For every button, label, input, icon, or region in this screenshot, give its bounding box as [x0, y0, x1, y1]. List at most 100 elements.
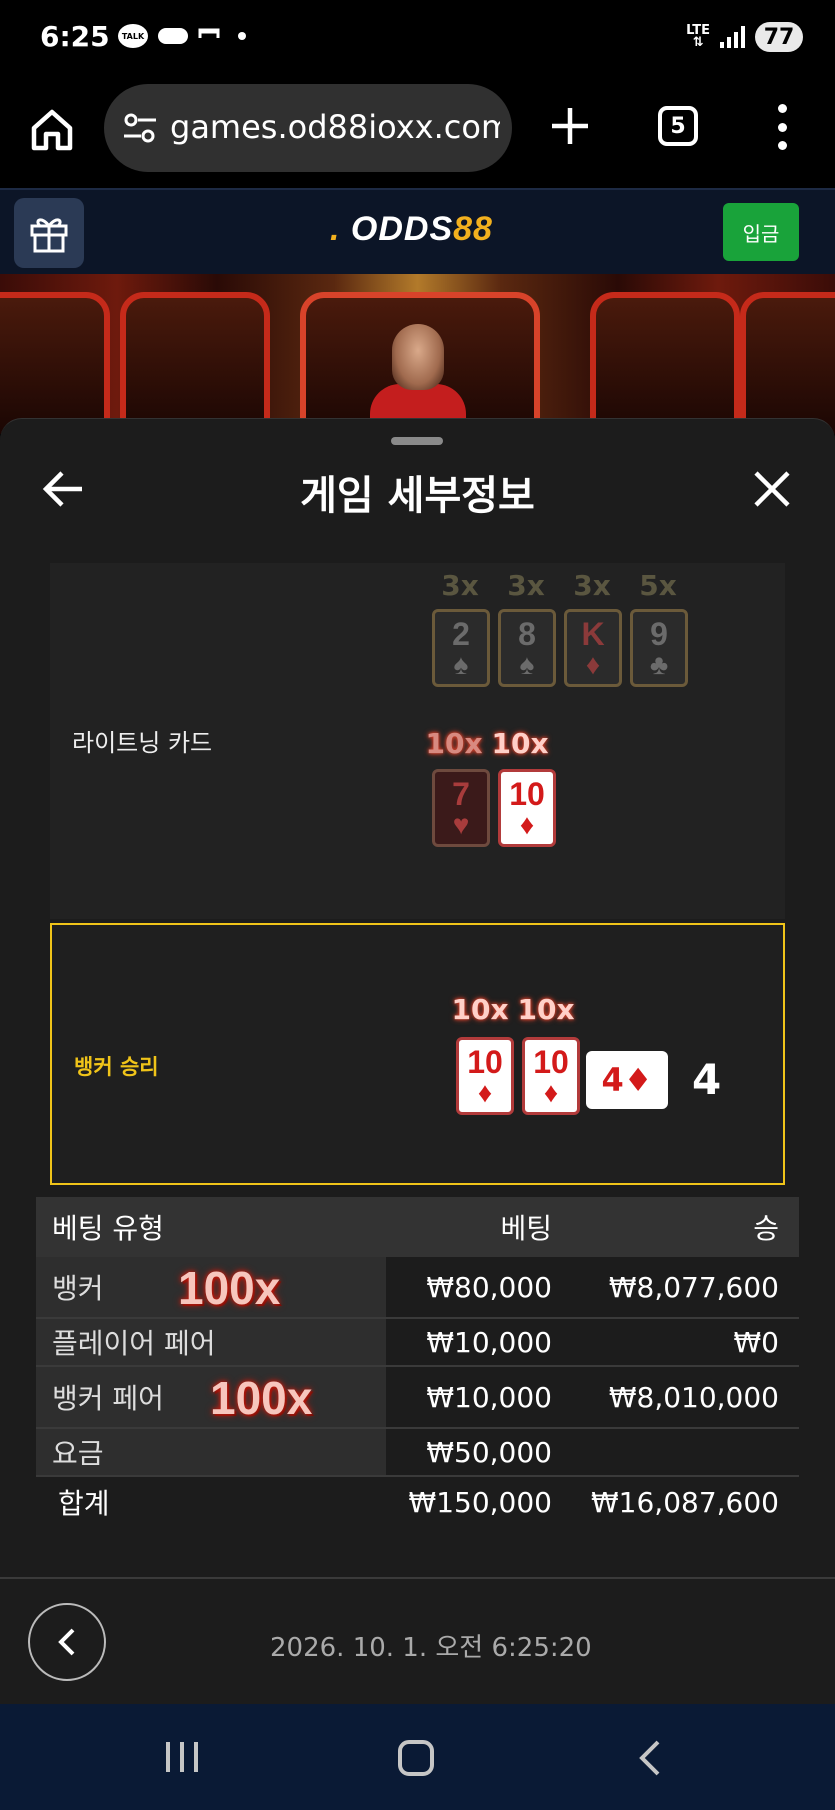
new-tab-icon[interactable] [548, 104, 592, 148]
lightning-cards-label: 라이트닝 카드 [72, 729, 213, 757]
multiplier-label: 10x [451, 993, 509, 1026]
notification-dot-icon [238, 32, 246, 40]
status-icons: TALK [118, 24, 246, 48]
playing-card: 8 ♠ [498, 609, 556, 687]
status-time: 6:25 [40, 20, 110, 53]
multiplier-label: 3x [441, 569, 479, 602]
gift-button[interactable] [14, 198, 84, 268]
result-label: 뱅커 승리 [74, 1055, 159, 1079]
bet-type-cell: 플레이어 페어 [36, 1319, 386, 1365]
playing-card: 10 ♦ [498, 769, 556, 847]
bet-type-label: 뱅커 페어 [52, 1382, 164, 1415]
playing-card: 9 ♣ [630, 609, 688, 687]
table-row: 뱅커 페어 100x ₩10,000 ₩8,010,000 [36, 1367, 799, 1429]
more-menu-icon[interactable] [770, 104, 794, 150]
logo-number: 88 [453, 210, 493, 248]
site-settings-icon[interactable] [122, 112, 158, 144]
table-total-row: 합계 ₩150,000 ₩16,087,600 [36, 1477, 799, 1527]
total-win: ₩16,087,600 [590, 1485, 779, 1519]
multiplier-label: 5x [639, 569, 677, 602]
table-row: 요금 ₩50,000 [36, 1429, 799, 1477]
win-amount-cell: ₩8,077,600 [608, 1270, 779, 1304]
hand-score: 4 [692, 1055, 722, 1104]
studio-arch-decoration [120, 292, 270, 434]
third-card-sideways: 4♦ [586, 1051, 668, 1109]
back-nav-icon[interactable] [634, 1738, 664, 1778]
chevron-left-icon [58, 1628, 75, 1656]
header-bet-type: 베팅 유형 [52, 1212, 164, 1245]
win-amount-cell: ₩8,010,000 [608, 1380, 779, 1414]
table-row: 플레이어 페어 ₩10,000 ₩0 [36, 1319, 799, 1367]
logo-text: ODDS [350, 210, 454, 248]
table-header: 베팅 유형 베팅 승 [36, 1197, 799, 1257]
table-row: 뱅커 100x ₩80,000 ₩8,077,600 [36, 1257, 799, 1319]
third-card-label: 4♦ [601, 1061, 653, 1099]
recent-apps-icon[interactable] [166, 1742, 198, 1772]
bet-type-cell: 뱅커 100x [36, 1257, 386, 1317]
logo-dot: . [330, 210, 341, 248]
bet-type-label: 요금 [52, 1437, 104, 1470]
game-details-panel: 게임 세부정보 라이트닝 카드 3x 3x 3x 5x 2 ♠ 8 ♠ K ♦ 9 ♣ … [0, 418, 835, 1704]
system-nav-bar [0, 1704, 835, 1810]
status-bar: 6:25 TALK LTE ⇅ 77 [0, 0, 835, 78]
cast-icon [198, 28, 220, 38]
address-bar[interactable]: games.od88ioxx.com [104, 84, 512, 172]
studio-arch-decoration [740, 292, 835, 434]
studio-arch-decoration [590, 292, 740, 434]
dealer-figure [392, 324, 444, 390]
bet-type-label: 뱅커 [52, 1272, 104, 1305]
multiplier-label: 10x [491, 727, 549, 760]
divider [0, 1577, 835, 1579]
browser-toolbar: games.od88ioxx.com 5 [0, 78, 835, 188]
result-section: 뱅커 승리 10x 10x 10 ♦ 10 ♦ 4♦ 4 [50, 923, 785, 1185]
home-nav-icon[interactable] [398, 1740, 434, 1776]
gift-icon [30, 218, 68, 253]
deposit-button[interactable]: 입금 [723, 203, 799, 261]
multiplier-label: 3x [507, 569, 545, 602]
close-icon[interactable] [752, 469, 792, 509]
round-timestamp: 2026. 10. 1. 오전 6:25:20 [270, 1633, 592, 1663]
panel-title: 게임 세부정보 [300, 473, 535, 519]
lightning-cards-section: 라이트닝 카드 3x 3x 3x 5x 2 ♠ 8 ♠ K ♦ 9 ♣ 10x 10x … [50, 563, 785, 919]
playing-card: 7 ♥ [432, 769, 490, 847]
bet-table: 베팅 유형 베팅 승 뱅커 100x ₩80,000 ₩8,077,600 플레… [36, 1197, 799, 1527]
header-win: 승 [753, 1212, 779, 1245]
home-icon[interactable] [28, 106, 76, 154]
multiplier-label: 10x [425, 727, 483, 760]
total-bet: ₩150,000 [408, 1485, 552, 1519]
bet-amount-cell: ₩10,000 [426, 1380, 552, 1414]
previous-round-button[interactable] [28, 1603, 106, 1681]
total-label: 합계 [58, 1487, 110, 1520]
url-text[interactable]: games.od88ioxx.com [170, 108, 500, 146]
studio-arch-decoration [0, 292, 110, 434]
lte-icon: LTE ⇅ [686, 23, 710, 50]
bet-type-cell: 뱅커 페어 100x [36, 1367, 386, 1427]
result-card-row: 10 ♦ 10 ♦ [456, 1037, 580, 1115]
playing-card: 2 ♠ [432, 609, 490, 687]
status-right: LTE ⇅ 77 [686, 22, 803, 52]
bet-multiplier: 100x [178, 1262, 281, 1314]
playing-card: K ♦ [564, 609, 622, 687]
result-multiplier-row: 10x 10x [450, 993, 576, 1026]
playing-card: 10 ♦ [522, 1037, 580, 1115]
lightning-multiplier-row: 10x 10x [424, 727, 550, 760]
cloud-icon [158, 28, 188, 44]
signal-icon [720, 26, 745, 48]
site-header: . ODDS88 입금 [0, 188, 835, 274]
bet-multiplier: 100x [210, 1372, 313, 1424]
lightning-card-row: 2 ♠ 8 ♠ K ♦ 9 ♣ [432, 609, 688, 687]
drag-handle[interactable] [391, 437, 443, 445]
win-amount-cell: ₩0 [733, 1325, 780, 1359]
tab-switcher-button[interactable]: 5 [658, 106, 698, 146]
live-game-video [0, 274, 835, 434]
kakaotalk-icon: TALK [118, 24, 148, 48]
lightning-multiplier-row: 3x 3x 3x 5x [430, 569, 688, 602]
bet-type-label: 플레이어 페어 [52, 1327, 216, 1360]
multiplier-label: 10x [517, 993, 575, 1026]
network-label: LTE [686, 23, 710, 38]
bet-type-cell: 요금 [36, 1429, 386, 1475]
bet-amount-cell: ₩50,000 [426, 1435, 552, 1469]
bet-amount-cell: ₩80,000 [426, 1270, 552, 1304]
battery-icon: 77 [755, 22, 803, 52]
odds88-logo[interactable]: . ODDS88 [330, 210, 493, 249]
